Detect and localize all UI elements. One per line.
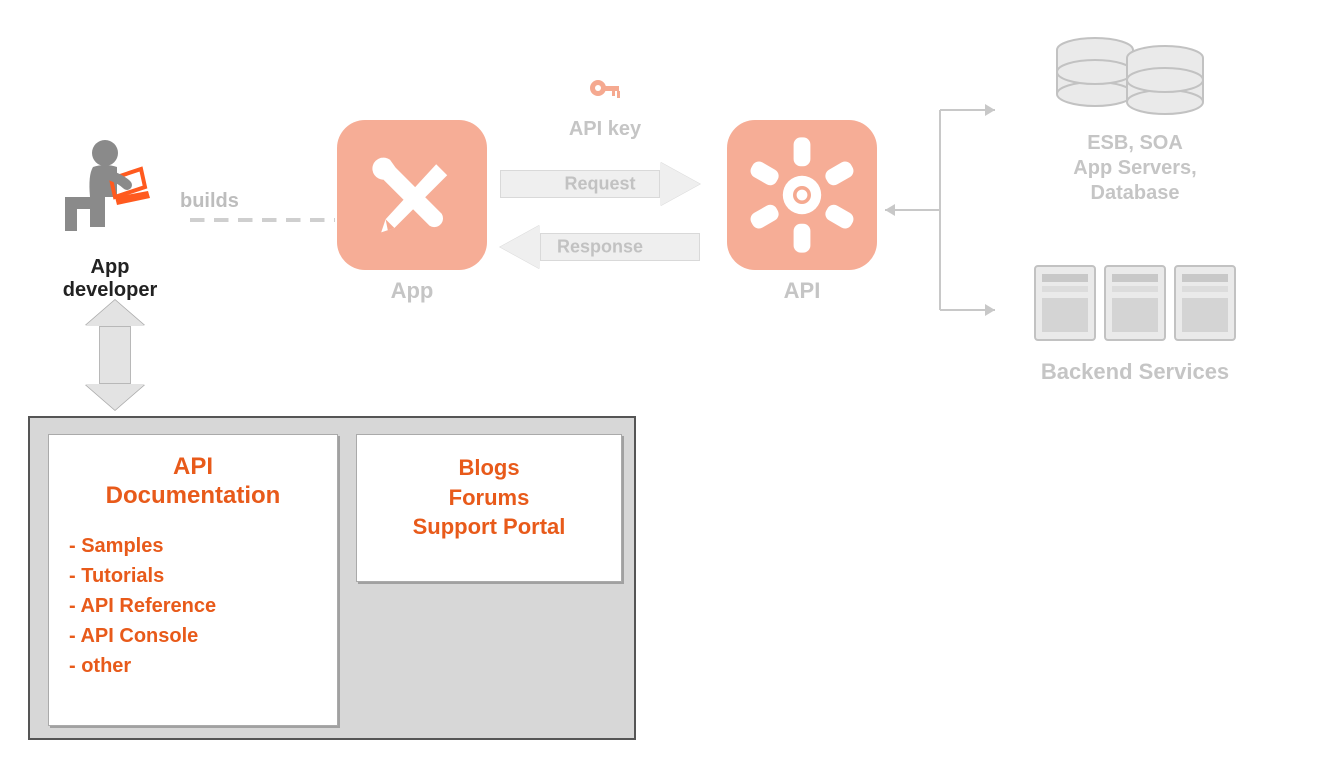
key-icon	[587, 75, 623, 111]
request-arrow: Request	[500, 162, 700, 206]
api-doc-title-l1: API	[69, 453, 317, 482]
doc-item: - API Console	[69, 621, 317, 651]
doc-item: - API Reference	[69, 591, 317, 621]
documentation-panel: API Documentation - Samples - Tutorials …	[28, 416, 636, 740]
request-label: Request	[564, 174, 635, 195]
response-arrow: Response	[500, 225, 700, 269]
developer-node: App developer	[45, 135, 175, 302]
api-doc-title-l2: Documentation	[69, 482, 317, 511]
developer-label: App developer	[45, 256, 175, 302]
support-line: Forums	[377, 483, 601, 513]
doc-item: - other	[69, 651, 317, 681]
api-doc-list: - Samples - Tutorials - API Reference - …	[69, 531, 317, 681]
database-icon	[1040, 30, 1230, 120]
developer-icon	[55, 135, 165, 245]
builds-label: builds	[180, 190, 239, 212]
support-line: Blogs	[377, 453, 601, 483]
backend-services-label: Backend Services	[1010, 359, 1260, 385]
api-key-node: API key	[545, 75, 665, 141]
support-line: Support Portal	[377, 512, 601, 542]
builds-label-wrap: builds	[180, 190, 335, 213]
api-gear-icon	[727, 120, 877, 270]
backend-databases-node: ESB, SOA App Servers, Database	[1000, 30, 1270, 206]
backend-top-line1: ESB, SOA	[1000, 131, 1270, 156]
api-label: API	[722, 278, 882, 304]
servers-icon	[1030, 258, 1240, 348]
response-label: Response	[557, 237, 643, 258]
app-tools-icon	[337, 120, 487, 270]
api-key-label: API key	[545, 118, 665, 141]
api-doc-title: API Documentation	[69, 453, 317, 511]
app-node: App	[332, 120, 492, 304]
backend-top-text: ESB, SOA App Servers, Database	[1000, 131, 1270, 206]
backend-servers-node: Backend Services	[1010, 258, 1260, 385]
app-label: App	[332, 278, 492, 304]
backend-top-line3: Database	[1000, 181, 1270, 206]
backend-top-line2: App Servers,	[1000, 156, 1270, 181]
api-node: API	[722, 120, 882, 304]
doc-item: - Samples	[69, 531, 317, 561]
support-card: Blogs Forums Support Portal	[356, 434, 622, 582]
backend-connector-lines	[885, 60, 1005, 360]
developer-docs-arrow	[85, 300, 145, 410]
architecture-diagram: App developer builds App API key	[0, 0, 1338, 770]
builds-dashed-line	[190, 218, 335, 222]
doc-item: - Tutorials	[69, 561, 317, 591]
api-documentation-card: API Documentation - Samples - Tutorials …	[48, 434, 338, 726]
